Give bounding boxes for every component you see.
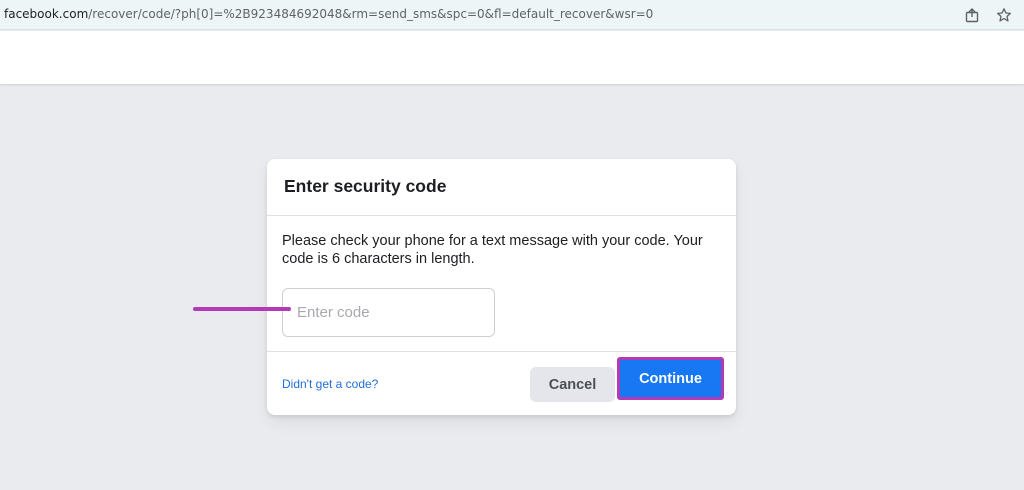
resend-code-link[interactable]: Didn't get a code? [282,377,378,391]
cancel-button[interactable]: Cancel [530,367,615,402]
security-code-input[interactable] [282,288,495,337]
star-icon[interactable] [994,5,1014,25]
continue-button[interactable]: Continue [617,357,724,400]
share-icon[interactable] [962,5,982,25]
browser-address-bar[interactable]: facebook.com/recover/code/?ph[0]=%2B9234… [0,0,1024,30]
url-text[interactable]: facebook.com/recover/code/?ph[0]=%2B9234… [4,7,653,21]
dialog-body: Please check your phone for a text messa… [267,216,736,352]
dialog-message: Please check your phone for a text messa… [282,233,703,267]
dialog-title: Enter security code [284,176,447,196]
dialog-footer: Didn't get a code? Cancel Continue [267,352,736,414]
top-navigation-bar [0,31,1024,84]
url-host: facebook.com [4,7,89,21]
dialog-header: Enter security code [267,159,736,216]
security-code-dialog: Enter security code Please check your ph… [267,159,736,415]
url-path: /recover/code/?ph[0]=%2B923484692048&rm=… [88,7,654,21]
annotation-pointer-line [193,307,291,311]
